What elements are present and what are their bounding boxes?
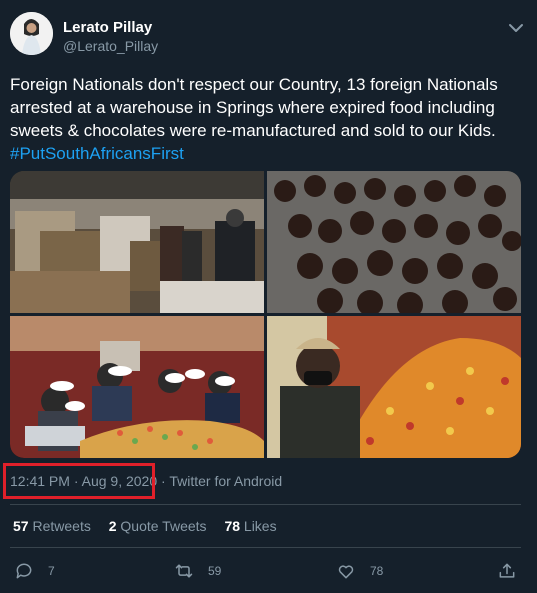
photo-warehouse[interactable]	[10, 171, 264, 313]
tweet-body: Foreign Nationals don't respect our Coun…	[10, 75, 498, 140]
quote-tweets-count: 2	[108, 518, 117, 534]
photo-sweets-pile[interactable]	[267, 316, 521, 458]
media-grid	[10, 171, 521, 458]
like-button[interactable]: 78	[336, 561, 383, 581]
likes-stat[interactable]: 78 Likes	[224, 518, 276, 534]
timestamp-highlight-box	[3, 463, 155, 499]
avatar[interactable]	[10, 12, 53, 55]
tweet-actions: 7 59 78	[0, 557, 537, 587]
likes-label: Likes	[243, 518, 277, 534]
reply-count: 7	[48, 564, 55, 578]
retweets-count: 57	[13, 518, 29, 534]
reply-button[interactable]: 7	[14, 561, 55, 581]
photo-chocolates[interactable]	[267, 171, 521, 318]
like-icon	[338, 565, 354, 579]
reply-icon	[16, 563, 32, 579]
like-count: 78	[370, 564, 384, 578]
divider	[10, 504, 521, 505]
quote-tweets-label: Quote Tweets	[120, 518, 207, 534]
retweet-count: 59	[208, 564, 222, 578]
photo-suspects[interactable]	[10, 316, 264, 458]
retweets-label: Retweets	[32, 518, 91, 534]
retweets-stat[interactable]: 57 Retweets	[13, 518, 91, 534]
tweet-header: Lerato Pillay @Lerato_Pillay	[10, 12, 530, 62]
share-button[interactable]	[497, 561, 531, 581]
retweet-icon	[175, 564, 193, 578]
user-handle[interactable]: @Lerato_Pillay	[63, 38, 158, 54]
quote-tweets-stat[interactable]: 2 Quote Tweets	[109, 518, 207, 534]
display-name[interactable]: Lerato Pillay	[63, 19, 152, 36]
tweet-source[interactable]: Twitter for Android	[169, 473, 282, 489]
divider	[10, 547, 521, 548]
hashtag-link[interactable]: #PutSouthAfricansFirst	[10, 142, 520, 165]
likes-count: 78	[224, 518, 241, 534]
tweet-stats: 57 Retweets 2 Quote Tweets 78 Likes	[13, 518, 291, 534]
chevron-down-icon[interactable]	[504, 16, 528, 40]
tweet-text: Foreign Nationals don't respect our Coun…	[10, 73, 520, 165]
retweet-button[interactable]: 59	[174, 561, 221, 581]
share-icon	[499, 563, 515, 578]
meta-separator: ·	[157, 473, 170, 489]
